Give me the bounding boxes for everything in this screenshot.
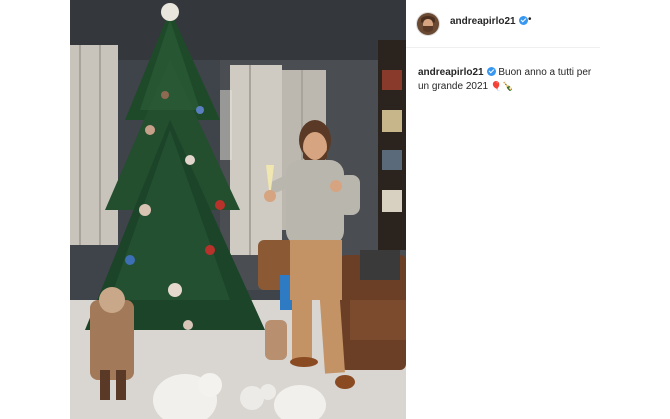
post-photo[interactable] xyxy=(70,0,406,419)
photo-illustration xyxy=(70,0,406,419)
header-separator: • xyxy=(528,14,532,25)
caption-username[interactable]: andreapirlo21 xyxy=(418,67,484,78)
caption-verified-icon xyxy=(486,67,496,76)
post-sidebar: andreapirlo21 • andreapirlo21 Buon anno … xyxy=(406,0,600,419)
caption-emojis: 🎈🍾 xyxy=(490,82,514,92)
verified-icon xyxy=(518,16,528,25)
post-header: andreapirlo21 • xyxy=(406,0,600,48)
avatar-beard xyxy=(423,26,433,32)
header-username[interactable]: andreapirlo21 xyxy=(450,16,528,27)
avatar[interactable] xyxy=(417,13,439,35)
post-caption: andreapirlo21 Buon anno a tutti per un g… xyxy=(418,66,594,94)
header-username-text[interactable]: andreapirlo21 xyxy=(450,16,516,27)
